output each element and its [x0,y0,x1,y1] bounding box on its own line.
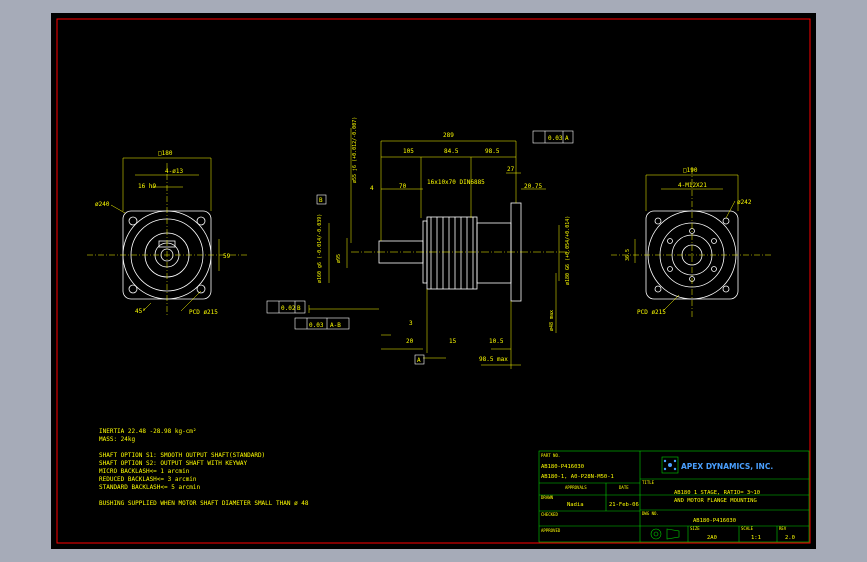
left-angle: 45° [135,308,146,315]
note-micro-backlash: MICRO BACKLASH<= 1 arcmin [99,468,190,475]
tol-top-datum: A [565,135,569,142]
note-shaft-s1: SHAFT OPTION S1: SMOOTH OUTPUT SHAFT(STA… [99,452,265,459]
tol-parallel-value: 0.02 [281,305,296,312]
tol-parallel-datum: B [297,305,301,312]
note-reduced-backlash: REDUCED BACKLASH<= 3 arcmin [99,476,197,483]
tb-rev: 2.0 [785,535,795,541]
tb-rev-label: REV [779,526,787,531]
note-bushing: BUSHING SUPPLIED WHEN MOTOR SHAFT DIAMET… [99,500,309,507]
tb-scale: 1:1 [751,535,761,541]
mid-len-27: 27 [507,166,515,173]
left-bolt-dim: 4-ø13 [165,168,183,175]
mid-len-845: 84.5 [444,148,459,155]
tb-approved-label: APPROVED [541,528,561,533]
mid-key-spec: 16x10x70 DIN6885 [427,179,485,186]
tb-title-2: AND MOTOR FLANGE MOUNTING [674,498,757,504]
mid-len-2075: 20.75 [524,183,542,190]
mid-len-70: 70 [399,183,407,190]
left-pcd: PCD ø215 [189,309,218,316]
tb-part-no-label: PART NO. [541,453,560,458]
projection-symbol [650,528,680,540]
tb-date-label: DATE [619,485,629,490]
cad-drawing-canvas[interactable]: □180 4-ø13 16 h9 ø240 45° PCD ø215 59 28… [51,13,816,549]
note-inertia: INERTIA 22.48 -28.98 kg-cm² [99,428,197,435]
tb-drawn-label: DRAWN [541,495,554,500]
note-mass: MASS: 24kg [99,436,136,443]
tb-size-label: SIZE [690,526,700,531]
tb-part-no-1: AB180-P416030 [541,464,584,470]
note-shaft-s2: SHAFT OPTION S2: OUTPUT SHAFT WITH KEYWA… [99,460,247,467]
notes-block: INERTIA 22.48 -28.98 kg-cm² MASS: 24kg S… [99,428,309,507]
mid-dia-48: ø48 max [549,310,555,331]
mid-total-length: 289 [443,132,454,139]
right-pcd: PCD ø215 [637,309,666,316]
tb-drawn-by: Nadia [567,502,584,508]
tb-checked-label: CHECKED [541,512,558,517]
mid-len-105b: 10.5 [489,338,504,345]
note-standard-backlash: STANDARD BACKLASH<= 5 arcmin [99,484,201,491]
mid-shaft-dia: ø55 j6 (+0.012/-0.007) [352,117,358,183]
left-square-dim: □180 [158,150,173,157]
mid-len-4: 4 [370,185,374,192]
mid-dia-95: ø95 [336,254,342,263]
tol-top-value: 0.03 [548,135,563,142]
tol-runout-datum: A-B [330,322,341,329]
mid-len-985max: 98.5 max [479,356,508,363]
mid-len-105: 105 [403,148,414,155]
right-dim-365: 36.5 [625,249,631,261]
left-key-dim: 16 h9 [138,183,156,190]
left-outer-dia: ø240 [95,201,110,208]
tb-company: APEX DYNAMICS, INC. [681,462,773,471]
tb-size: 2A0 [707,535,717,541]
tol-runout-value: 0.03 [309,322,324,329]
tb-drawn-date: 21-Feb-06 [609,502,639,508]
mid-dia-160: ø160 g6 (-0.014/-0.039) [317,214,323,283]
right-bolt-dim: 4-M12X21 [678,182,707,189]
right-dia: ø242 [737,199,752,206]
tb-approvals-label: APPROVALS [565,485,587,490]
tb-part-no-2: AB180-1, A0-P28N-M50-1 [541,474,614,480]
left-height-dim: 59 [223,253,231,260]
tb-title-label: TITLE [642,480,655,485]
tb-dwg-label: DWG NO. [642,511,659,516]
mid-len-15: 15 [449,338,457,345]
tb-title-1: AB180 1 STAGE, RATIO= 3~10 [674,490,760,496]
mid-len-985: 98.5 [485,148,500,155]
tb-dwg-no: AB180-P416030 [693,518,736,524]
company-logo-icon [663,459,677,471]
datum-b-box: B [319,197,323,204]
right-square-dim: □190 [683,167,698,174]
mid-len-20: 20 [406,338,414,345]
mid-dia-180: ø180 G6 (+0.054/+0.014) [565,216,571,285]
tb-scale-label: SCALE [741,526,754,531]
datum-a-box: A [417,357,421,364]
mid-len-3: 3 [409,320,413,327]
